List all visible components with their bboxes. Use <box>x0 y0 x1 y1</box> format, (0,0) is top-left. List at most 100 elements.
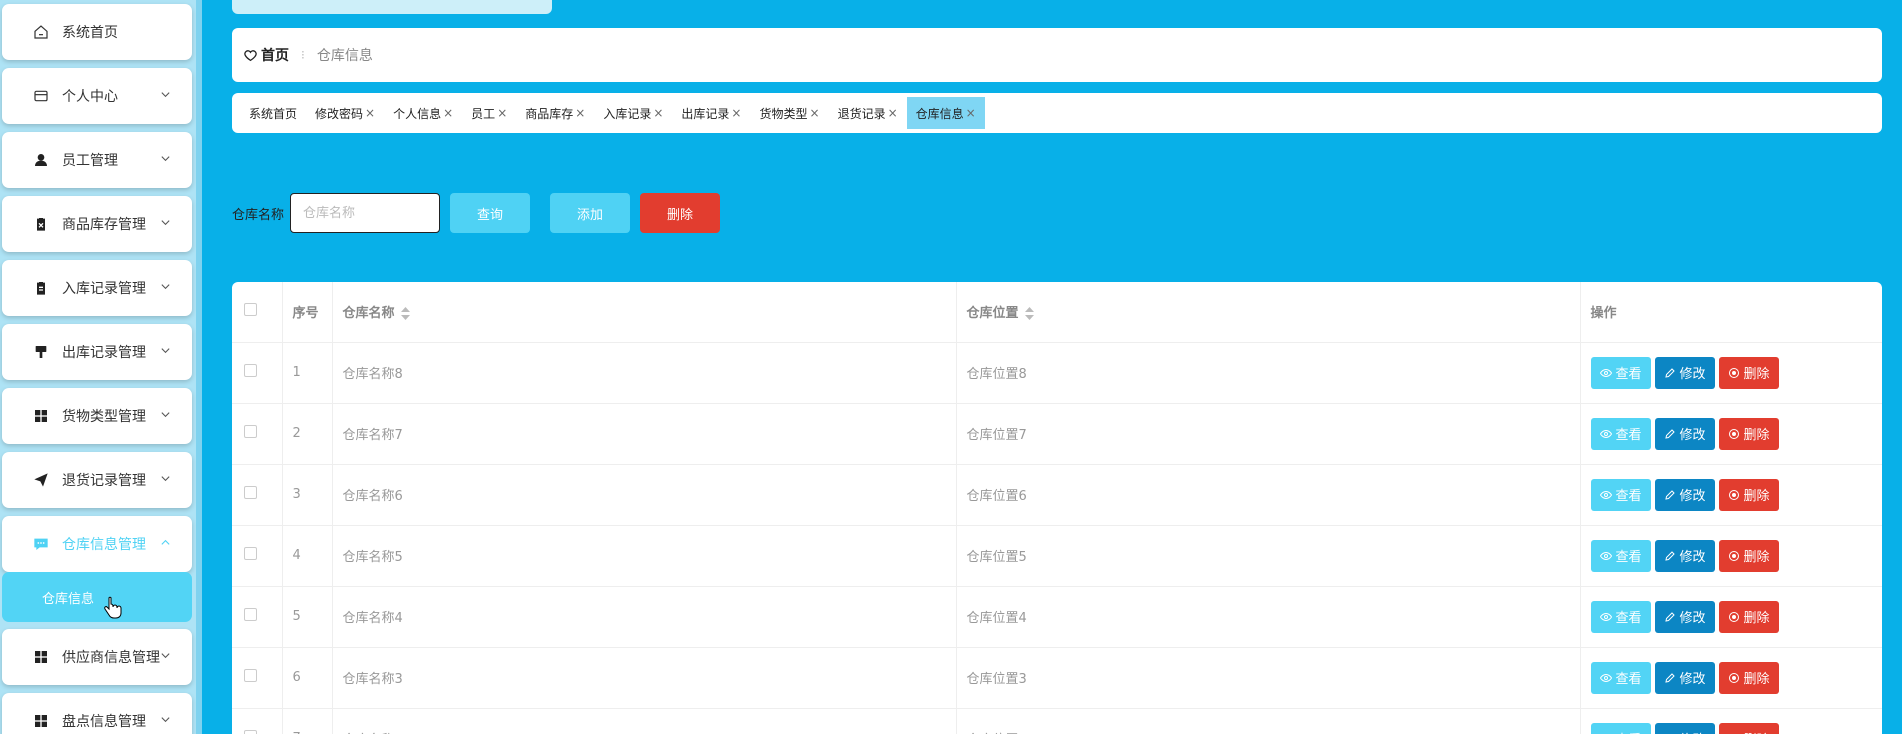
sidebar-item[interactable]: 员工管理 <box>2 132 192 188</box>
edit-button[interactable]: 修改 <box>1654 417 1715 450</box>
row-checkbox[interactable] <box>244 547 257 560</box>
tag-bar: 系统首页 修改密码 × 个人信息 × 员工 × 商品库存 × 入库记录 × 出库记录 × 货物类型 × 退货记… <box>232 93 1882 133</box>
chevron-down-icon[interactable] <box>160 650 172 662</box>
close-icon[interactable]: × <box>888 106 898 120</box>
select-all-cell[interactable] <box>232 282 283 343</box>
submenu-item-warehouse-info[interactable]: 仓库信息 <box>2 572 192 622</box>
tab-tag[interactable]: 出库记录 × <box>672 97 750 129</box>
edit-button[interactable]: 修改 <box>1654 539 1715 572</box>
sidebar-item[interactable]: 个人中心 <box>2 68 192 124</box>
close-icon[interactable]: × <box>575 106 585 120</box>
tab-tag[interactable]: 入库记录 × <box>594 97 672 129</box>
sidebar-item[interactable]: 退货记录管理 <box>2 452 192 508</box>
row-actions: 查看 修改 删除 <box>1590 661 1883 694</box>
delete-button[interactable]: 删除 <box>1718 356 1779 389</box>
row-checkbox[interactable] <box>244 425 257 438</box>
delete-button[interactable]: 删除 <box>1718 417 1779 450</box>
cell-actions: 查看 修改 删除 <box>1580 647 1883 709</box>
delete-button[interactable]: 删除 <box>1718 600 1779 633</box>
sidebar-item[interactable]: 货物类型管理 <box>2 388 192 444</box>
cell-location: 仓库位置7 <box>956 403 1581 465</box>
edit-button[interactable]: 修改 <box>1654 600 1715 633</box>
header-location[interactable]: 仓库位置 <box>956 282 1581 343</box>
tab-tag[interactable]: 修改密码 × <box>306 97 384 129</box>
sort-icon[interactable] <box>1024 307 1034 321</box>
chevron-down-icon[interactable] <box>160 217 172 229</box>
close-icon[interactable]: × <box>653 106 663 120</box>
delete-button[interactable]: 删除 <box>1718 539 1779 572</box>
eye-icon <box>1599 429 1612 438</box>
tab-tag[interactable]: 个人信息 × <box>384 97 462 129</box>
search-input[interactable] <box>290 193 441 233</box>
row-select-cell[interactable] <box>232 708 283 734</box>
tab-tag[interactable]: 员工 × <box>462 97 516 129</box>
tab-tag[interactable]: 仓库信息 × <box>906 97 985 129</box>
row-checkbox[interactable] <box>244 486 257 499</box>
view-button[interactable]: 查看 <box>1590 661 1651 694</box>
sidebar-item[interactable]: 仓库信息管理 <box>2 516 192 572</box>
batch-delete-button[interactable]: 删除 <box>640 193 721 233</box>
delete-button[interactable]: 删除 <box>1718 478 1779 511</box>
chevron-down-icon[interactable] <box>160 153 172 165</box>
cell-location: 仓库位置8 <box>956 342 1581 404</box>
select-all-checkbox[interactable] <box>244 303 257 317</box>
row-actions: 查看 修改 删除 <box>1590 417 1883 450</box>
row-select-cell[interactable] <box>232 525 283 587</box>
cell-actions: 查看 修改 删除 <box>1580 708 1882 734</box>
sort-icon[interactable] <box>400 307 410 321</box>
tab-tag[interactable]: 商品库存 × <box>516 97 594 129</box>
edit-button[interactable]: 修改 <box>1654 478 1715 511</box>
breadcrumb-home[interactable]: 首页 <box>244 45 289 65</box>
chevron-down-icon[interactable] <box>160 714 172 726</box>
sidebar-item[interactable]: 供应商信息管理 <box>2 629 192 685</box>
view-button[interactable]: 查看 <box>1590 417 1651 450</box>
close-icon[interactable]: × <box>966 106 976 120</box>
edit-button[interactable]: 修改 <box>1654 356 1715 389</box>
chevron-down-icon[interactable] <box>160 345 172 357</box>
delete-button[interactable]: 删除 <box>1718 722 1779 734</box>
tab-tag[interactable]: 退货记录 × <box>829 97 907 129</box>
close-icon[interactable]: × <box>731 106 741 120</box>
view-button[interactable]: 查看 <box>1590 600 1651 633</box>
sidebar-item[interactable]: 商品库存管理 <box>2 196 192 252</box>
view-button[interactable]: 查看 <box>1590 356 1651 389</box>
row-select-cell[interactable] <box>232 647 283 709</box>
view-button[interactable]: 查看 <box>1590 478 1651 511</box>
tab-tag-label: 商品库存 <box>525 106 574 121</box>
sidebar-item-label: 入库记录管理 <box>62 281 146 297</box>
close-icon[interactable]: × <box>810 106 820 120</box>
close-icon[interactable]: × <box>497 106 507 120</box>
sidebar-item[interactable]: 系统首页 <box>2 4 192 60</box>
tab-tag[interactable]: 系统首页 <box>240 97 306 129</box>
view-button-label: 查看 <box>1615 672 1642 687</box>
row-checkbox[interactable] <box>244 669 257 682</box>
close-icon[interactable]: × <box>365 106 375 120</box>
header-name[interactable]: 仓库名称 <box>332 282 957 343</box>
row-checkbox[interactable] <box>244 364 257 377</box>
sidebar-item[interactable]: 入库记录管理 <box>2 260 192 316</box>
chevron-down-icon[interactable] <box>160 409 172 421</box>
delete-button[interactable]: 删除 <box>1718 661 1779 694</box>
view-button[interactable]: 查看 <box>1590 722 1651 734</box>
chevron-down-icon[interactable] <box>160 281 172 293</box>
view-button[interactable]: 查看 <box>1590 539 1651 572</box>
row-select-cell[interactable] <box>232 342 283 404</box>
tab-tag[interactable]: 货物类型 × <box>750 97 828 129</box>
row-checkbox[interactable] <box>244 608 257 621</box>
row-checkbox[interactable] <box>244 730 257 734</box>
close-icon[interactable]: × <box>443 106 453 120</box>
edit-button[interactable]: 修改 <box>1654 661 1715 694</box>
sidebar-item[interactable]: 盘点信息管理 <box>2 693 192 734</box>
chevron-down-icon[interactable] <box>160 89 172 101</box>
add-button[interactable]: 添加 <box>550 193 631 233</box>
chevron-up-icon[interactable] <box>160 537 172 549</box>
row-select-cell[interactable] <box>232 464 283 526</box>
row-select-cell[interactable] <box>232 586 283 648</box>
query-button[interactable]: 查询 <box>450 193 531 233</box>
row-select-cell[interactable] <box>232 403 283 465</box>
edit-button[interactable]: 修改 <box>1654 722 1715 734</box>
sidebar-item[interactable]: 出库记录管理 <box>2 324 192 380</box>
user-icon <box>32 151 50 169</box>
chevron-down-icon[interactable] <box>160 473 172 485</box>
grid-icon <box>32 648 50 666</box>
